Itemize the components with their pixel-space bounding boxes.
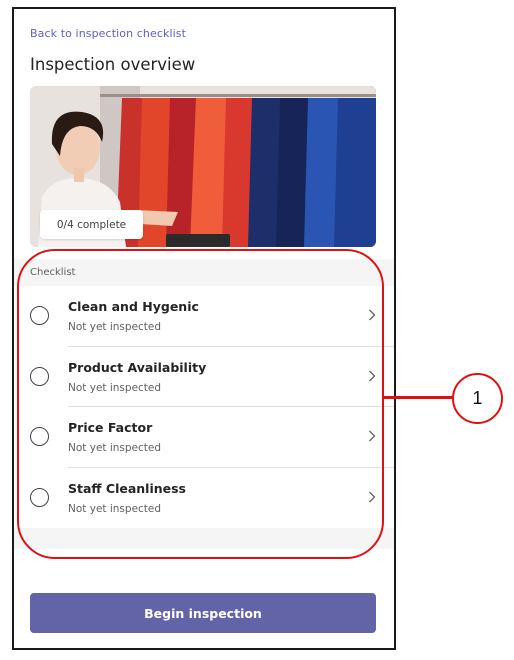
annotation-connector-line xyxy=(384,396,452,399)
annotation-number-badge: 1 xyxy=(452,373,503,424)
progress-badge: 0/4 complete xyxy=(40,210,143,239)
begin-inspection-button[interactable]: Begin inspection xyxy=(30,593,376,633)
back-link[interactable]: Back to inspection checklist xyxy=(30,27,186,40)
page-title: Inspection overview xyxy=(30,55,196,74)
annotation-highlight-ring xyxy=(17,249,384,559)
hero-image: 0/4 complete xyxy=(30,86,376,247)
